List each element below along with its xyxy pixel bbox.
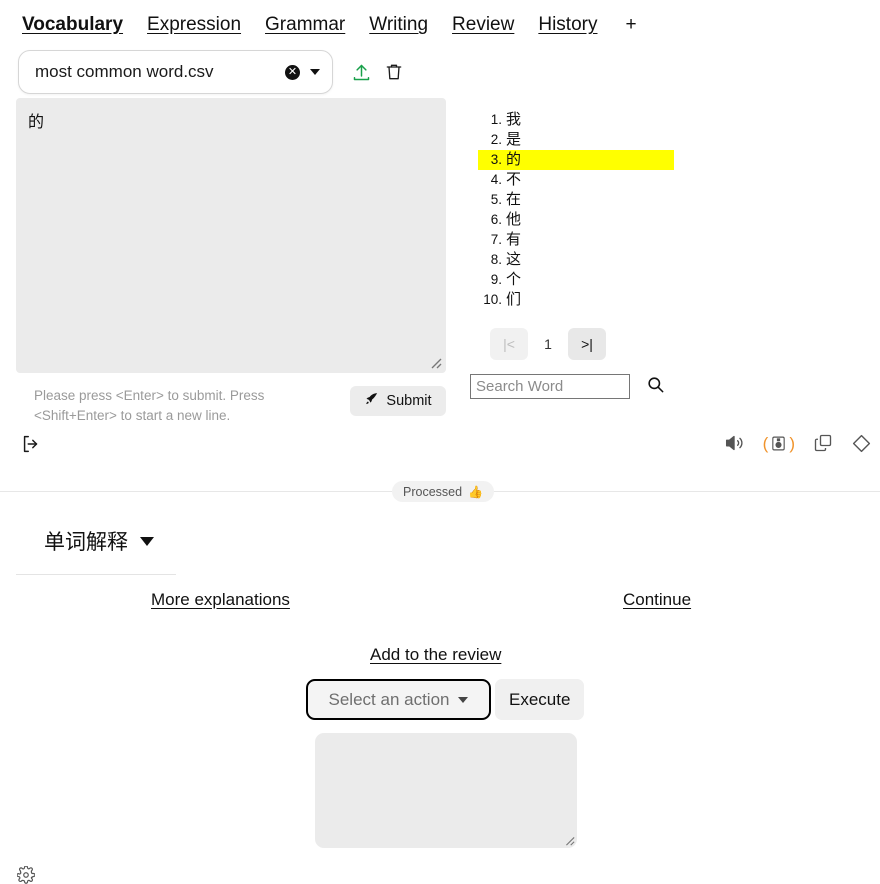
word-text: 是 — [506, 131, 522, 148]
word-index: 1. — [490, 112, 502, 127]
status-badge: Processed 👍 — [392, 481, 495, 502]
last-page-button[interactable]: >| — [568, 328, 606, 360]
explanation-header[interactable]: 单词解释 — [44, 526, 154, 556]
chevron-down-icon[interactable] — [310, 69, 320, 75]
speaker-icon[interactable] — [723, 432, 745, 454]
word-text: 我 — [506, 111, 522, 128]
list-item-selected[interactable]: 3. 的 — [478, 150, 674, 170]
word-index: 6. — [490, 212, 502, 227]
word-index: 10. — [483, 292, 502, 307]
tab-bar: Vocabulary Expression Grammar Writing Re… — [0, 0, 880, 46]
action-output-textarea[interactable] — [315, 733, 577, 848]
word-text: 他 — [506, 211, 522, 228]
app-root: Vocabulary Expression Grammar Writing Re… — [0, 0, 880, 884]
file-select-dropdown[interactable]: most common word.csv ✕ — [18, 50, 333, 94]
selected-filename: most common word.csv — [35, 62, 214, 81]
explanation-divider — [16, 574, 176, 575]
exit-icon[interactable] — [20, 433, 42, 460]
output-toolbar: ( ) — [723, 432, 872, 454]
explanation-title: 单词解释 — [44, 531, 128, 554]
list-item[interactable]: 10. 们 — [478, 290, 678, 310]
eraser-icon[interactable] — [851, 433, 872, 454]
tab-expression[interactable]: Expression — [147, 14, 241, 36]
submit-button-label: Submit — [386, 393, 432, 409]
list-item[interactable]: 7. 有 — [478, 230, 678, 250]
action-row: Select an action Execute — [306, 679, 585, 720]
continue-link[interactable]: Continue — [623, 590, 691, 610]
main-input-textarea[interactable] — [16, 98, 446, 373]
execute-button[interactable]: Execute — [495, 679, 585, 720]
tab-review[interactable]: Review — [452, 14, 514, 36]
chevron-down-icon[interactable] — [140, 536, 154, 546]
word-index: 3. — [490, 152, 502, 167]
word-text: 个 — [506, 271, 522, 288]
search-input[interactable] — [470, 374, 630, 399]
tab-grammar[interactable]: Grammar — [265, 14, 345, 36]
word-index: 9. — [490, 272, 502, 287]
gear-icon[interactable] — [16, 865, 36, 884]
word-text: 的 — [506, 151, 522, 168]
add-to-review-link[interactable]: Add to the review — [370, 645, 501, 665]
chevron-down-icon[interactable] — [458, 696, 469, 703]
add-tab-button[interactable]: + — [625, 14, 636, 36]
rocket-icon — [364, 392, 379, 411]
list-item[interactable]: 8. 这 — [478, 250, 678, 270]
list-item[interactable]: 5. 在 — [478, 190, 678, 210]
more-explanations-link[interactable]: More explanations — [151, 590, 290, 610]
word-index: 7. — [490, 232, 502, 247]
audio-active-icon[interactable]: ( ) — [763, 435, 795, 452]
audio-paren-right: ) — [789, 433, 795, 453]
list-item[interactable]: 4. 不 — [478, 170, 678, 190]
word-text: 在 — [506, 191, 522, 208]
status-badge-label: Processed — [403, 484, 463, 499]
tab-writing[interactable]: Writing — [369, 14, 428, 36]
search-row — [470, 374, 665, 399]
pagination: |< 1 >| — [490, 328, 606, 360]
word-list: 1. 我 2. 是 3. 的 4. 不 5. 在 6. 他 7. 有 8. 这 — [478, 110, 678, 310]
submit-button[interactable]: Submit — [350, 386, 446, 416]
list-item[interactable]: 1. 我 — [478, 110, 678, 130]
word-text: 有 — [506, 231, 522, 248]
upload-icon[interactable] — [351, 62, 372, 83]
first-page-button[interactable]: |< — [490, 328, 528, 360]
clear-file-icon[interactable]: ✕ — [285, 64, 300, 80]
audio-paren-left: ( — [762, 433, 769, 453]
list-item[interactable]: 2. 是 — [478, 130, 678, 150]
list-item[interactable]: 6. 他 — [478, 210, 678, 230]
word-text: 不 — [506, 171, 522, 188]
word-index: 8. — [490, 252, 502, 267]
page-number: 1 — [544, 336, 552, 352]
word-index: 4. — [490, 172, 502, 187]
select-action-dropdown[interactable]: Select an action — [306, 679, 491, 720]
word-index: 5. — [490, 192, 502, 207]
word-index: 2. — [490, 132, 502, 147]
submit-hint-text: Please press <Enter> to submit. Press <S… — [34, 388, 265, 423]
select-action-label: Select an action — [328, 689, 450, 709]
copy-icon[interactable] — [813, 433, 833, 453]
tab-vocabulary[interactable]: Vocabulary — [22, 14, 123, 36]
word-text: 们 — [506, 291, 522, 308]
tab-history[interactable]: History — [538, 14, 597, 36]
search-icon[interactable] — [646, 375, 665, 399]
word-text: 这 — [506, 251, 522, 268]
thumbs-up-icon: 👍 — [468, 484, 484, 499]
trash-icon[interactable] — [384, 62, 404, 82]
file-selector-row: most common word.csv ✕ — [18, 50, 404, 94]
list-item[interactable]: 9. 个 — [478, 270, 678, 290]
